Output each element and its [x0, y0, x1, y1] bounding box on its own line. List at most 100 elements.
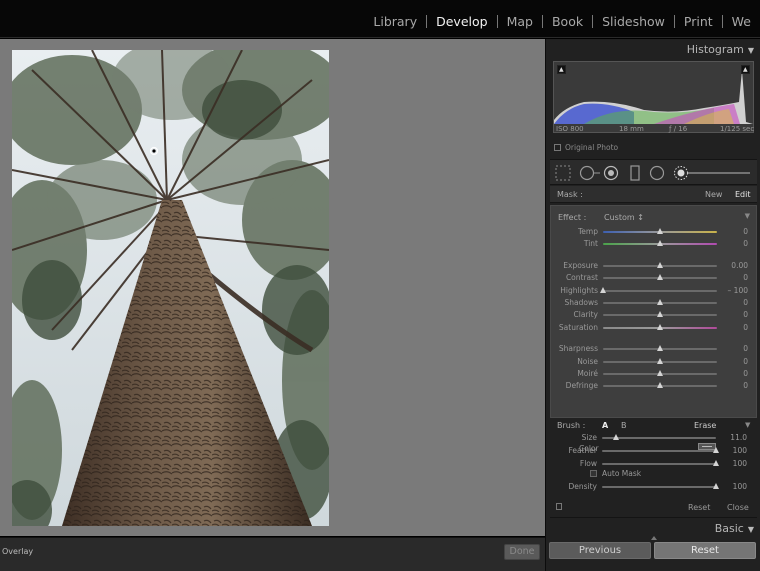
tint-label: Tint	[583, 239, 598, 249]
moire-label: Moiré	[577, 369, 598, 378]
saturation-slider-thumb[interactable]	[657, 323, 663, 330]
sharpness-slider-thumb[interactable]	[657, 345, 663, 352]
reset-button[interactable]: Reset	[654, 542, 756, 559]
module-develop[interactable]: Develop	[427, 14, 496, 29]
shadows-slider-thumb[interactable]	[657, 299, 663, 305]
exif-aperture: ƒ / 16	[669, 125, 688, 133]
graduated-filter-icon[interactable]	[630, 165, 640, 181]
clarity-slider[interactable]	[603, 311, 717, 318]
feather-slider[interactable]	[602, 447, 719, 453]
module-library[interactable]: Library	[364, 14, 426, 29]
crop-overlay-icon[interactable]	[555, 165, 571, 181]
feather-label: Feather	[568, 446, 597, 455]
feather-value[interactable]: 100	[733, 446, 747, 455]
noise-slider[interactable]	[603, 357, 717, 364]
noise-slider-thumb[interactable]	[657, 357, 663, 364]
basic-header[interactable]: Basic ▼	[715, 522, 754, 535]
collapse-triangle-icon[interactable]: ▼	[748, 525, 754, 534]
brush-b-button[interactable]: B	[621, 421, 627, 430]
auto-mask-toggle[interactable]: Auto Mask	[590, 469, 641, 478]
red-eye-icon[interactable]	[603, 165, 619, 181]
size-slider[interactable]	[602, 434, 716, 440]
mask-new-button[interactable]: New	[705, 190, 722, 199]
temp-slider[interactable]	[603, 228, 717, 234]
contrast-slider[interactable]	[603, 274, 717, 281]
exposure-value[interactable]: 0.00	[731, 261, 748, 270]
contrast-slider-thumb[interactable]	[657, 274, 663, 281]
flow-value[interactable]: 100	[733, 459, 747, 468]
clarity-value[interactable]: 0	[743, 310, 748, 319]
spot-removal-icon[interactable]	[579, 165, 601, 181]
panel-reset-button[interactable]: Reset	[688, 503, 710, 512]
photo-tree[interactable]	[12, 50, 329, 526]
defringe-slider[interactable]	[603, 382, 717, 389]
highlights-slider-thumb[interactable]	[600, 286, 606, 293]
effect-collapse-icon[interactable]: ▼	[745, 212, 750, 220]
done-button[interactable]: Done	[504, 544, 540, 560]
defringe-slider-thumb[interactable]	[657, 382, 663, 389]
module-map[interactable]: Map	[498, 14, 542, 29]
shadows-slider[interactable]	[603, 299, 717, 305]
tint-slider[interactable]	[603, 240, 717, 247]
feather-slider-thumb[interactable]	[713, 447, 719, 453]
size-slider-thumb[interactable]	[612, 434, 619, 440]
density-value[interactable]: 100	[733, 482, 747, 491]
adjustment-brush-icon[interactable]	[674, 166, 751, 180]
highlights-slider[interactable]	[600, 286, 717, 293]
auto-mask-checkbox[interactable]	[590, 470, 597, 477]
original-photo-checkbox[interactable]	[554, 144, 561, 151]
module-print[interactable]: Print	[675, 14, 722, 29]
module-we[interactable]: We	[723, 14, 760, 29]
density-slider-thumb[interactable]	[713, 483, 719, 489]
contrast-value[interactable]: 0	[743, 273, 748, 282]
saturation-slider[interactable]	[603, 323, 717, 330]
brush-collapse-icon[interactable]: ▼	[745, 421, 750, 429]
temp-value[interactable]: 0	[743, 227, 748, 236]
moire-slider-thumb[interactable]	[657, 370, 663, 376]
defringe-value[interactable]: 0	[743, 381, 748, 390]
panel-close-button[interactable]: Close	[727, 503, 749, 512]
module-picker-bar: Library Develop Map Book Slideshow Print We	[0, 0, 760, 38]
histogram-header[interactable]: Histogram ▼	[687, 43, 754, 56]
shadow-clipping-toggle[interactable]: ▲	[557, 65, 566, 74]
show-overlay-label[interactable]: Overlay	[2, 547, 33, 556]
module-book[interactable]: Book	[543, 14, 592, 29]
flow-slider[interactable]	[602, 460, 719, 466]
exposure-slider-thumb[interactable]	[657, 261, 663, 268]
module-slideshow[interactable]: Slideshow	[593, 14, 674, 29]
shadows-value[interactable]: 0	[743, 298, 748, 307]
highlight-clipping-toggle[interactable]: ▲	[741, 65, 750, 74]
temp-slider-thumb[interactable]	[657, 228, 663, 234]
moire-slider[interactable]	[603, 370, 717, 376]
histogram-graph[interactable]: ▲ ▲	[553, 61, 754, 133]
moire-value[interactable]: 0	[743, 369, 748, 378]
brush-erase-button[interactable]: Erase	[694, 421, 716, 430]
sharpness-slider-row: Sharpness 0	[551, 343, 758, 355]
image-canvas[interactable]	[0, 39, 545, 536]
tint-slider-thumb[interactable]	[657, 240, 663, 247]
noise-value[interactable]: 0	[743, 357, 748, 366]
sharpness-value[interactable]: 0	[743, 344, 748, 353]
brush-panel-switch-icon[interactable]	[556, 503, 562, 510]
original-photo-toggle[interactable]: Original Photo	[554, 143, 618, 152]
effect-label: Effect :	[558, 213, 587, 222]
density-slider[interactable]	[602, 483, 719, 489]
effect-preset-select[interactable]: Custom ↕	[604, 213, 644, 222]
highlights-value[interactable]: – 100	[728, 286, 748, 295]
brush-a-button[interactable]: A	[602, 421, 608, 430]
previous-button[interactable]: Previous	[549, 542, 651, 559]
saturation-value[interactable]: 0	[743, 323, 748, 332]
sharpness-slider[interactable]	[603, 345, 717, 352]
exposure-slider[interactable]	[603, 261, 717, 268]
flow-slider-thumb[interactable]	[713, 460, 719, 466]
panel-grip-icon[interactable]	[651, 536, 657, 540]
tint-value[interactable]: 0	[743, 239, 748, 248]
tint-slider-row: Tint 0	[551, 238, 758, 250]
clarity-slider-thumb[interactable]	[657, 311, 663, 318]
radial-filter-icon[interactable]	[649, 165, 665, 181]
mask-edit-button[interactable]: Edit	[735, 190, 751, 199]
size-value[interactable]: 11.0	[730, 433, 747, 442]
contrast-slider-row: Contrast 0	[551, 272, 758, 284]
tool-strip	[550, 159, 757, 185]
collapse-triangle-icon[interactable]: ▼	[748, 46, 754, 55]
